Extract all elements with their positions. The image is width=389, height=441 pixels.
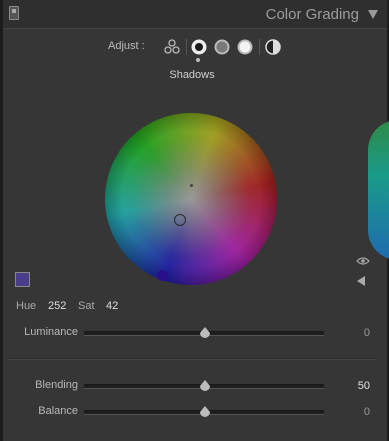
panel-title: Color Grading (265, 6, 359, 23)
mode-separator (259, 39, 260, 55)
eye-icon[interactable] (356, 256, 370, 266)
sat-label: Sat (78, 300, 95, 312)
collapse-left-icon[interactable] (357, 276, 365, 286)
color-wheel[interactable] (103, 111, 279, 287)
wheel-center-dot (190, 184, 193, 187)
hue-marker-dot[interactable] (157, 270, 168, 281)
region-label: Shadows (169, 69, 215, 81)
selected-mode-indicator (196, 58, 200, 62)
blending-slider-thumb[interactable] (199, 380, 211, 392)
adjacent-color-wheel (368, 120, 389, 260)
highlights-icon[interactable] (236, 38, 254, 56)
luminance-value[interactable]: 0 (330, 327, 370, 339)
global-icon[interactable] (264, 38, 282, 56)
balance-slider-thumb[interactable] (199, 406, 211, 418)
mode-separator (186, 39, 187, 55)
luminance-slider-thumb[interactable] (199, 327, 211, 339)
sat-value[interactable]: 42 (106, 300, 118, 312)
color-wheel-handle[interactable] (174, 214, 186, 226)
disclosure-triangle-icon[interactable] (368, 10, 378, 19)
hue-label: Hue (16, 300, 37, 312)
adjust-label: Adjust : (108, 40, 145, 52)
blending-label: Blending (35, 379, 78, 391)
panel-collapse-tab[interactable] (9, 6, 19, 20)
three-way-icon[interactable] (163, 38, 181, 56)
midtones-icon[interactable] (213, 38, 231, 56)
luminance-label: Luminance (24, 326, 78, 338)
color-swatch[interactable] (15, 272, 30, 287)
blending-value[interactable]: 50 (330, 380, 370, 392)
balance-label: Balance (38, 405, 78, 417)
section-divider (8, 358, 376, 360)
shadows-icon[interactable] (190, 38, 208, 56)
hue-value[interactable]: 252 (48, 300, 66, 312)
balance-value[interactable]: 0 (330, 406, 370, 418)
panel-header[interactable]: Color Grading (3, 0, 387, 29)
